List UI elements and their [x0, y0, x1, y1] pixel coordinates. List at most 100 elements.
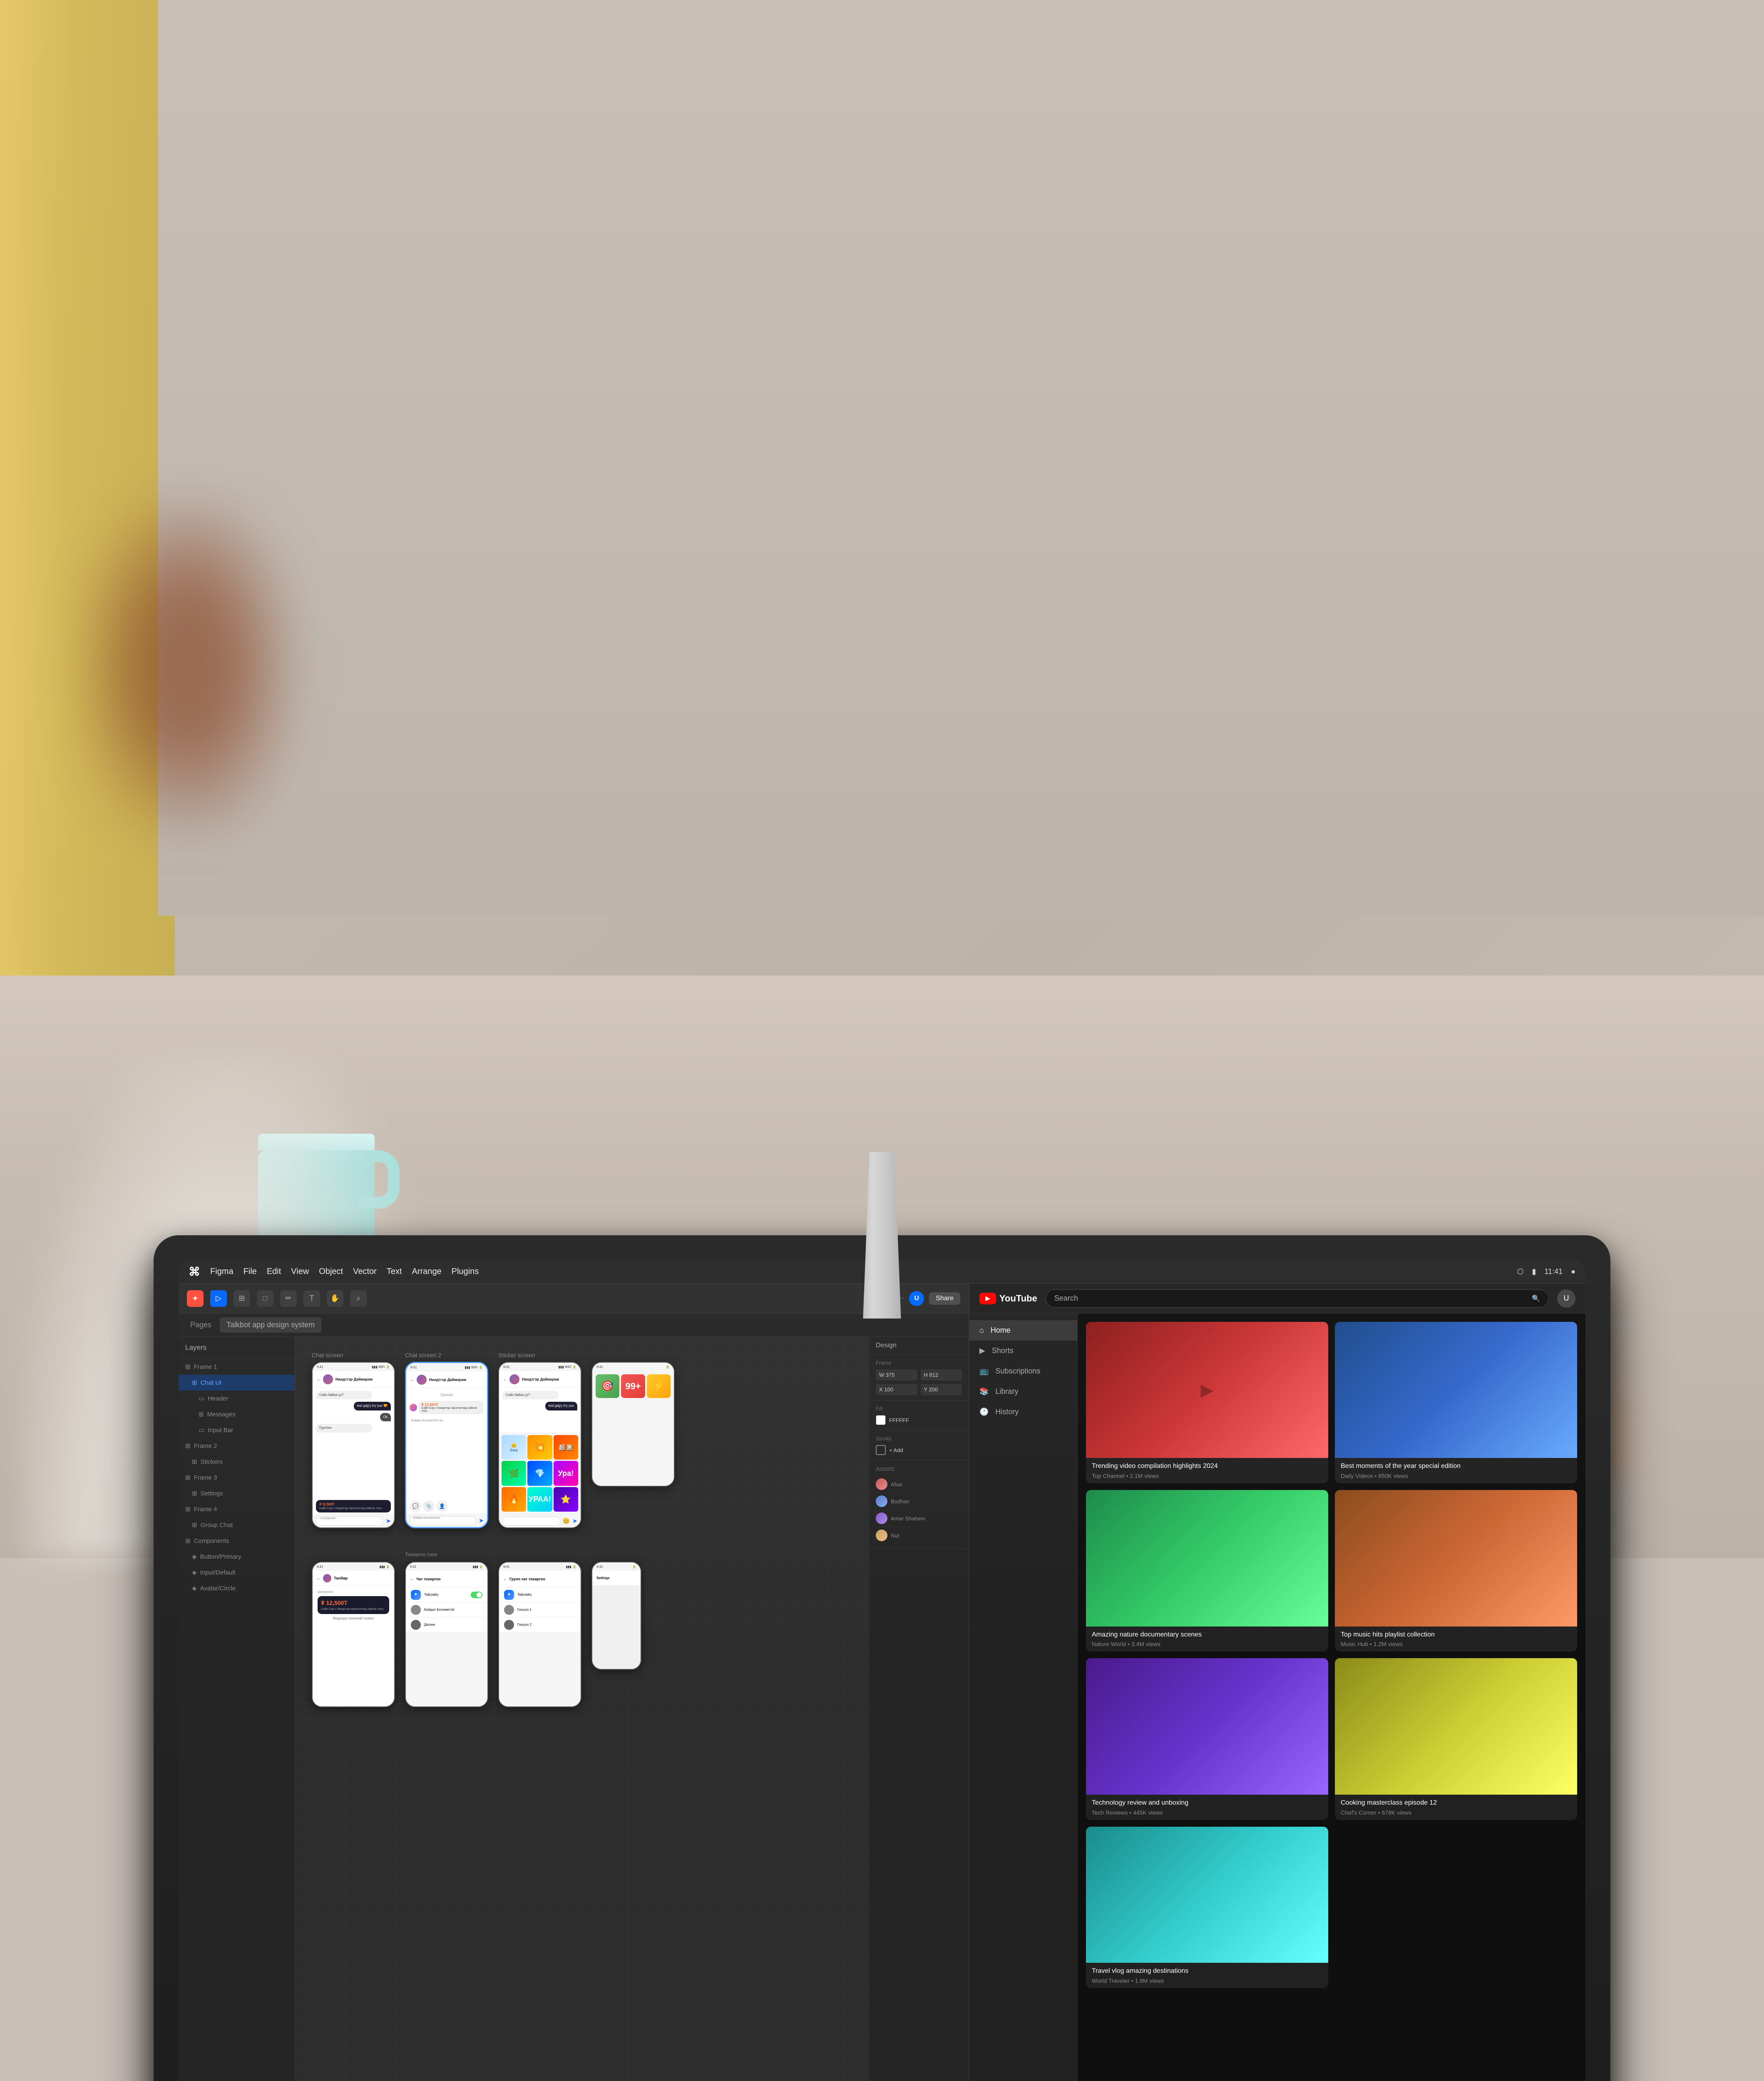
message-input[interactable]: Сообщение... [316, 1517, 383, 1526]
send-icon[interactable]: ➤ [572, 1517, 577, 1525]
settings-row-group[interactable]: Гишүүн 2 [499, 1617, 581, 1632]
layer-item[interactable]: ◈ Input/Default [179, 1564, 295, 1580]
menu-arrange[interactable]: Arrange [412, 1267, 441, 1276]
video-card-7[interactable]: Travel vlog amazing destinations World T… [1086, 1827, 1328, 1988]
settings-row-group[interactable]: Гишүүн 1 [499, 1602, 581, 1617]
layer-item[interactable]: ⊞ Stickers [179, 1454, 295, 1470]
emoji-icon[interactable]: 😊 [563, 1517, 570, 1525]
sticker-cell[interactable]: Ура! [554, 1461, 578, 1485]
layer-item[interactable]: ⊞ Frame 2 [179, 1438, 295, 1454]
layer-item[interactable]: ⊞ Group Chat [179, 1517, 295, 1533]
action-btn[interactable]: 💬 [410, 1500, 421, 1512]
message-input[interactable] [502, 1517, 560, 1526]
text-tool[interactable]: T [303, 1290, 320, 1307]
layer-item[interactable]: ▭ Header [179, 1391, 295, 1406]
group-settings-icon: ✦ [504, 1590, 514, 1600]
frame-label-6: Тохиргоо тэхэ [405, 1552, 437, 1557]
fill-color-swatch[interactable] [876, 1415, 886, 1425]
props-field-x[interactable]: X 100 [876, 1384, 917, 1395]
video-card-3[interactable]: Amazing nature documentary scenes Nature… [1086, 1490, 1328, 1651]
yt-nav-history[interactable]: 🕐 History [969, 1402, 1077, 1422]
asset-item-4[interactable]: Nut [876, 1527, 962, 1544]
yt-nav-subscriptions[interactable]: 📺 Subscriptions [969, 1361, 1077, 1381]
layer-item[interactable]: ◈ Button/Primary [179, 1549, 295, 1564]
settings-row[interactable]: Байдал Боломжтой [406, 1602, 487, 1617]
hand-tool[interactable]: ✋ [327, 1290, 343, 1307]
sticker-cell[interactable]: 🔥 [502, 1487, 526, 1512]
menu-view[interactable]: View [291, 1267, 309, 1276]
figma-logo-btn[interactable]: ✦ [187, 1290, 204, 1307]
pen-tool[interactable]: ✏ [280, 1290, 297, 1307]
layer-item[interactable]: ⊞ Frame 1 [179, 1359, 295, 1375]
user-menu[interactable]: ● [1571, 1267, 1575, 1276]
layer-item-selected[interactable]: ⊞ Chat UI [179, 1375, 295, 1391]
sticker-cell[interactable]: ⭐ [554, 1487, 578, 1512]
layer-item[interactable]: ⊞ Components [179, 1533, 295, 1549]
youtube-search-bar[interactable]: Search 🔍 [1046, 1289, 1549, 1308]
menu-plugins[interactable]: Plugins [452, 1267, 479, 1276]
asset-item-1[interactable]: Afua [876, 1476, 962, 1493]
sticker[interactable]: 99+ [621, 1374, 645, 1398]
settings-row[interactable]: ✦ Talkуtalky [406, 1587, 487, 1602]
back-icon: ← [503, 1377, 507, 1381]
cory-sticker[interactable]: 😊 Cory [502, 1435, 526, 1460]
tab-pages[interactable]: Pages [185, 1317, 216, 1333]
menu-edit[interactable]: Edit [267, 1267, 281, 1276]
video-card-4[interactable]: Top music hits playlist collection Music… [1335, 1490, 1577, 1651]
sticker-cell[interactable]: 💥 [527, 1435, 552, 1460]
video-card-1[interactable]: ▶ Trending video compilation highlights … [1086, 1322, 1328, 1483]
sticker[interactable]: 🎯 [596, 1374, 619, 1398]
user-avatar[interactable]: U [909, 1291, 924, 1306]
props-field-h[interactable]: H 812 [921, 1369, 962, 1381]
yt-nav-library[interactable]: 📚 Library [969, 1381, 1077, 1402]
youtube-user-avatar[interactable]: U [1557, 1289, 1575, 1308]
yt-nav-label: History [995, 1408, 1019, 1416]
sticker[interactable]: ⚡ [647, 1374, 671, 1398]
menu-object[interactable]: Object [319, 1267, 343, 1276]
sticker-cell[interactable]: 超 激 [554, 1435, 578, 1460]
chat-avatar [323, 1374, 333, 1384]
zoom-tool[interactable]: ⌕ [350, 1290, 367, 1307]
layer-item[interactable]: ◈ Avatar/Circle [179, 1580, 295, 1596]
props-field-y[interactable]: Y 200 [921, 1384, 962, 1395]
menu-figma[interactable]: Figma [210, 1267, 234, 1276]
sticker-cell[interactable]: 💎 [527, 1461, 552, 1485]
layer-item[interactable]: ⊞ Frame 4 [179, 1501, 295, 1517]
menu-file[interactable]: File [243, 1267, 257, 1276]
status-bar: 9:41▮▮▮ WiFi 🔋 [313, 1363, 394, 1371]
tab-file[interactable]: Talkbot app design system [220, 1317, 321, 1333]
toggle-switch[interactable] [471, 1592, 482, 1598]
figma-canvas[interactable]: Chat screen 9:41▮▮▮ WiFi 🔋 [295, 1337, 869, 2081]
select-tool[interactable]: ▷ [210, 1290, 227, 1307]
share-button[interactable]: Share [929, 1292, 960, 1305]
layer-item[interactable]: ▭ Input Bar [179, 1422, 295, 1438]
video-card-2[interactable]: Best moments of the year special edition… [1335, 1322, 1577, 1483]
action-btn[interactable]: 📎 [423, 1500, 435, 1512]
apple-menu-icon[interactable]: ⌘ [189, 1265, 200, 1279]
video-card-6[interactable]: Cooking masterclass episode 12 Chef's Co… [1335, 1658, 1577, 1820]
send-icon[interactable]: ➤ [386, 1517, 391, 1525]
asset-item-3[interactable]: Amar Shahem [876, 1510, 962, 1527]
yt-nav-home[interactable]: ⌂ Home [969, 1320, 1077, 1341]
layer-item[interactable]: ⊞ Messages [179, 1406, 295, 1422]
video-card-5[interactable]: Technology review and unboxing Tech Revi… [1086, 1658, 1328, 1820]
layer-item[interactable]: ⊞ Frame 3 [179, 1470, 295, 1485]
settings-row[interactable]: Дагина [406, 1617, 487, 1632]
message-bubble: test gdg'y b'y yuu 🧡 [354, 1402, 391, 1410]
asset-item-2[interactable]: Bodhan [876, 1493, 962, 1510]
shorts-icon: ▶ [979, 1346, 985, 1355]
sticker-cell[interactable]: 🌿 [502, 1461, 526, 1485]
shape-tool[interactable]: □ [257, 1290, 273, 1307]
menu-vector[interactable]: Vector [353, 1267, 377, 1276]
props-field-w[interactable]: W 375 [876, 1369, 917, 1381]
send-icon[interactable]: ➤ [479, 1517, 484, 1524]
action-btn[interactable]: 👤 [436, 1500, 448, 1512]
settings-row-group[interactable]: ✦ Talkуtalky [499, 1587, 581, 1602]
menu-text[interactable]: Text [387, 1267, 402, 1276]
message-input[interactable]: Байдал Боломжтой... [410, 1516, 476, 1525]
yt-nav-shorts[interactable]: ▶ Shorts [969, 1341, 1077, 1361]
stroke-color-swatch[interactable] [876, 1445, 886, 1455]
sticker-cell[interactable]: УРАА! [527, 1487, 552, 1512]
layer-item[interactable]: ⊞ Settings [179, 1485, 295, 1501]
frame-tool[interactable]: ⊞ [234, 1290, 250, 1307]
